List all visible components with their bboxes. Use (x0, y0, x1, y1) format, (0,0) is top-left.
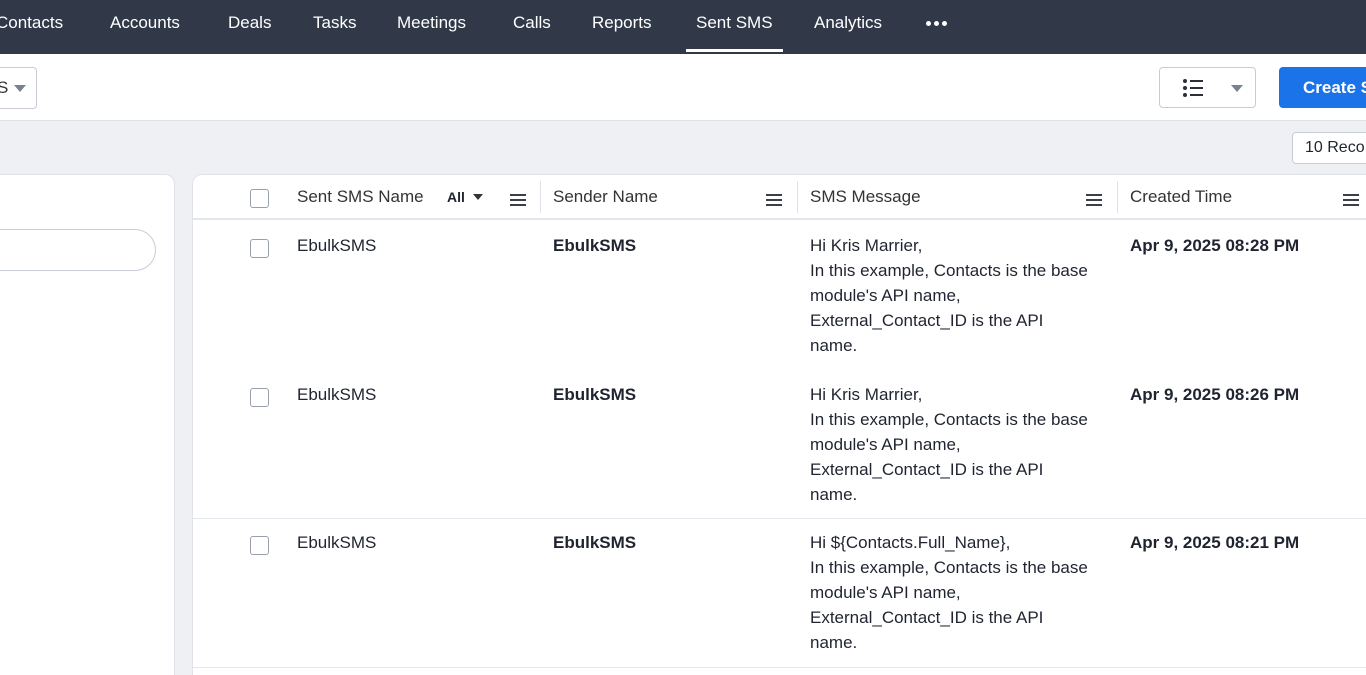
chevron-down-icon (14, 85, 26, 92)
name-filter-dropdown[interactable]: All (447, 175, 483, 220)
row-checkbox[interactable] (250, 239, 269, 258)
sms-message-line: name. (810, 633, 858, 652)
column-divider[interactable] (540, 181, 541, 213)
sent-sms-name[interactable]: EbulkSMS (297, 233, 376, 258)
more-horizontal-icon[interactable] (924, 14, 948, 34)
select-all-checkbox[interactable] (250, 189, 269, 208)
nav-item-meetings[interactable]: Meetings (397, 0, 466, 54)
sent-sms-name[interactable]: EbulkSMS (297, 382, 376, 407)
filter-search-input[interactable] (0, 229, 156, 271)
records-per-page-select[interactable]: 10 Reco (1292, 132, 1366, 164)
column-divider[interactable] (1117, 181, 1118, 213)
filter-panel: ilters ds ction s (0, 174, 175, 675)
chevron-down-icon (1231, 85, 1243, 92)
nav-item-deals[interactable]: Deals (228, 0, 271, 54)
sms-message-line: In this example, Contacts is the base (810, 261, 1088, 280)
create-sms-button[interactable]: Create S (1279, 67, 1366, 108)
name-filter-label: All (447, 189, 465, 205)
chevron-down-icon (473, 194, 483, 200)
nav-item-calls[interactable]: Calls (513, 0, 551, 54)
list-view-toggle[interactable] (1159, 67, 1256, 108)
created-time: Apr 9, 2025 08:21 PM (1130, 533, 1300, 552)
sender-name: EbulkSMS (553, 385, 637, 404)
sent-sms-table: Sent SMS Name All Sender Name SMS Messag… (192, 174, 1366, 675)
table-row[interactable]: EbulkSMS EbulkSMS Hi Kris Marrier, In th… (193, 222, 1366, 371)
sms-message-line: Hi Kris Marrier, (810, 385, 923, 404)
toolbar: S Create S (0, 54, 1366, 121)
custom-view-value: S (0, 78, 9, 97)
sms-message-line: name. (810, 336, 858, 355)
sms-message-line: In this example, Contacts is the base (810, 410, 1088, 429)
nav-item-sent-sms[interactable]: Sent SMS (686, 0, 783, 54)
sms-message-line: External_Contact_ID is the API (810, 311, 1044, 330)
column-menu-icon[interactable] (1343, 194, 1359, 206)
sms-message-line: Hi ${Contacts.Full_Name}, (810, 533, 1011, 552)
sms-message-line: External_Contact_ID is the API (810, 460, 1044, 479)
sms-message-line: name. (810, 485, 858, 504)
column-divider[interactable] (797, 181, 798, 213)
nav-item-accounts[interactable]: Accounts (110, 0, 180, 54)
row-checkbox[interactable] (250, 536, 269, 555)
table-header: Sent SMS Name All Sender Name SMS Messag… (193, 175, 1366, 220)
sms-message-line: module's API name, (810, 583, 961, 602)
column-menu-icon[interactable] (1086, 194, 1102, 206)
column-header-sender[interactable]: Sender Name (553, 175, 658, 220)
column-header-created[interactable]: Created Time (1130, 175, 1232, 220)
custom-view-select[interactable]: S (0, 67, 37, 109)
created-time: Apr 9, 2025 08:28 PM (1130, 236, 1300, 255)
sent-sms-name[interactable]: EbulkSMS (297, 530, 376, 555)
column-header-name[interactable]: Sent SMS Name (297, 175, 424, 220)
nav-item-tasks[interactable]: Tasks (313, 0, 356, 54)
row-checkbox[interactable] (250, 388, 269, 407)
sms-message-line: module's API name, (810, 435, 961, 454)
nav-item-analytics[interactable]: Analytics (814, 0, 882, 54)
sms-message-line: In this example, Contacts is the base (810, 558, 1088, 577)
nav-item-reports[interactable]: Reports (592, 0, 652, 54)
table-row[interactable]: EbulkSMS EbulkSMS Hi ${Contacts.Full_Nam… (193, 520, 1366, 668)
table-row[interactable]: EbulkSMS EbulkSMS Hi Kris Marrier, In th… (193, 371, 1366, 519)
column-menu-icon[interactable] (510, 194, 526, 206)
column-header-message[interactable]: SMS Message (810, 175, 921, 220)
top-navigation: Contacts Accounts Deals Tasks Meetings C… (0, 0, 1366, 54)
sms-message-line: module's API name, (810, 286, 961, 305)
column-menu-icon[interactable] (766, 194, 782, 206)
sender-name: EbulkSMS (553, 236, 637, 255)
sms-message: Hi Kris Marrier, In this example, Contac… (810, 233, 1110, 358)
nav-item-contacts[interactable]: Contacts (0, 0, 63, 54)
sms-message: Hi ${Contacts.Full_Name}, In this exampl… (810, 530, 1110, 655)
sms-message-line: Hi Kris Marrier, (810, 236, 923, 255)
list-view-icon (1183, 79, 1203, 97)
sms-message: Hi Kris Marrier, In this example, Contac… (810, 382, 1110, 507)
created-time: Apr 9, 2025 08:26 PM (1130, 385, 1300, 404)
sms-message-line: External_Contact_ID is the API (810, 608, 1044, 627)
sender-name: EbulkSMS (553, 533, 637, 552)
